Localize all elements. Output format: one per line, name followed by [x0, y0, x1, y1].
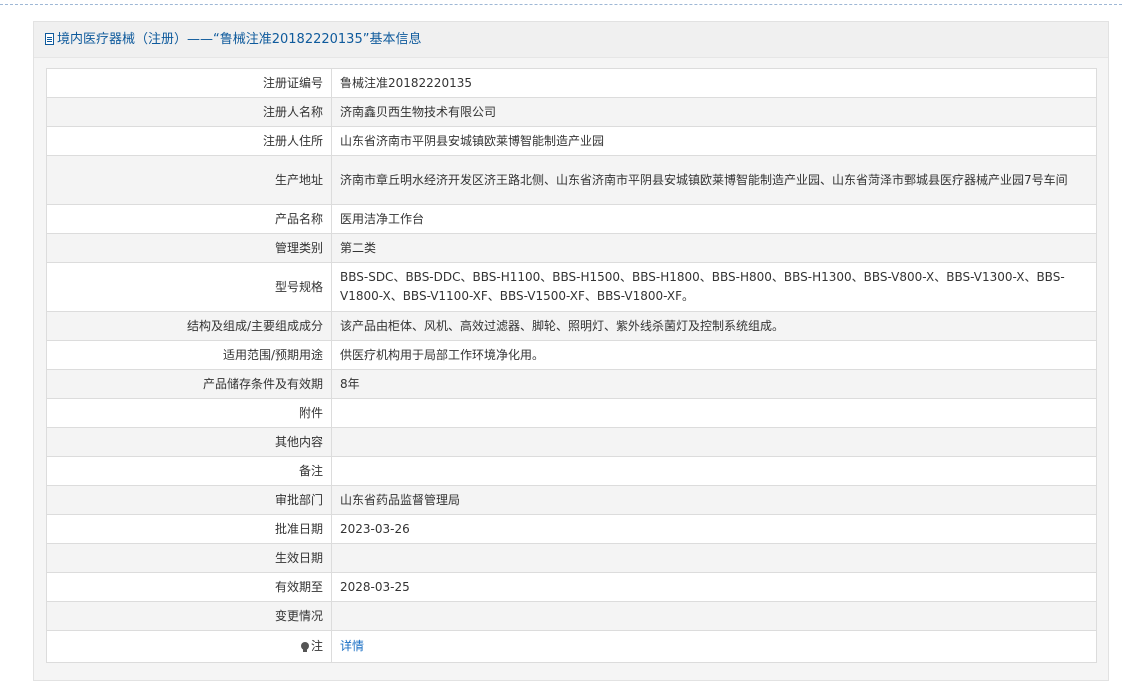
- row-label: 注册证编号: [46, 68, 332, 98]
- row-label: 注册人住所: [46, 126, 332, 156]
- table-row: 注册人住所 山东省济南市平阴县安城镇欧莱博智能制造产业园: [46, 126, 1097, 156]
- info-table: 注册证编号 鲁械注准20182220135 注册人名称 济南鑫贝西生物技术有限公…: [46, 68, 1097, 663]
- note-row: 注 详情: [46, 630, 1097, 663]
- row-value: BBS-SDC、BBS-DDC、BBS-H1100、BBS-H1500、BBS-…: [331, 262, 1097, 312]
- row-label: 附件: [46, 398, 332, 428]
- row-value: [331, 601, 1097, 631]
- row-value: [331, 427, 1097, 457]
- table-row: 备注: [46, 456, 1097, 486]
- row-label: 变更情况: [46, 601, 332, 631]
- row-label: 批准日期: [46, 514, 332, 544]
- row-label: 管理类别: [46, 233, 332, 263]
- table-row: 生产地址 济南市章丘明水经济开发区济王路北侧、山东省济南市平阴县安城镇欧莱博智能…: [46, 155, 1097, 205]
- row-label: 型号规格: [46, 262, 332, 312]
- panel-header: 境内医疗器械（注册）——“鲁械注准20182220135”基本信息: [34, 22, 1108, 58]
- table-row: 产品名称 医用洁净工作台: [46, 204, 1097, 234]
- table-row: 其他内容: [46, 427, 1097, 457]
- row-label: 有效期至: [46, 572, 332, 602]
- table-row: 变更情况: [46, 601, 1097, 631]
- table-row: 审批部门 山东省药品监督管理局: [46, 485, 1097, 515]
- details-link[interactable]: 详情: [340, 639, 364, 653]
- row-value: 济南鑫贝西生物技术有限公司: [331, 97, 1097, 127]
- row-label: 产品名称: [46, 204, 332, 234]
- row-label: 其他内容: [46, 427, 332, 457]
- page-title: 境内医疗器械（注册）——“鲁械注准20182220135”基本信息: [57, 32, 422, 47]
- table-row: 产品储存条件及有效期 8年: [46, 369, 1097, 399]
- row-value: 供医疗机构用于局部工作环境净化用。: [331, 340, 1097, 370]
- info-table-container: 注册证编号 鲁械注准20182220135 注册人名称 济南鑫贝西生物技术有限公…: [46, 68, 1097, 663]
- row-label: 产品储存条件及有效期: [46, 369, 332, 399]
- table-row: 有效期至 2028-03-25: [46, 572, 1097, 602]
- basic-info-panel: 境内医疗器械（注册）——“鲁械注准20182220135”基本信息 注册证编号 …: [33, 21, 1109, 681]
- note-label-cell: 注: [46, 630, 332, 663]
- table-row: 型号规格 BBS-SDC、BBS-DDC、BBS-H1100、BBS-H1500…: [46, 262, 1097, 312]
- table-row: 注册人名称 济南鑫贝西生物技术有限公司: [46, 97, 1097, 127]
- table-row: 结构及组成/主要组成成分 该产品由柜体、风机、高效过滤器、脚轮、照明灯、紫外线杀…: [46, 311, 1097, 341]
- lightbulb-icon: [300, 642, 309, 652]
- row-value: 2023-03-26: [331, 514, 1097, 544]
- row-value: 该产品由柜体、风机、高效过滤器、脚轮、照明灯、紫外线杀菌灯及控制系统组成。: [331, 311, 1097, 341]
- row-value: 山东省济南市平阴县安城镇欧莱博智能制造产业园: [331, 126, 1097, 156]
- row-label: 备注: [46, 456, 332, 486]
- document-icon: [45, 33, 54, 45]
- row-value: [331, 398, 1097, 428]
- row-value: [331, 456, 1097, 486]
- note-label: 注: [310, 639, 323, 653]
- table-row: 适用范围/预期用途 供医疗机构用于局部工作环境净化用。: [46, 340, 1097, 370]
- row-value: 医用洁净工作台: [331, 204, 1097, 234]
- table-row: 批准日期 2023-03-26: [46, 514, 1097, 544]
- row-value: [331, 543, 1097, 573]
- row-value: 第二类: [331, 233, 1097, 263]
- row-label: 生产地址: [46, 155, 332, 205]
- table-row: 生效日期: [46, 543, 1097, 573]
- table-row: 管理类别 第二类: [46, 233, 1097, 263]
- row-label: 结构及组成/主要组成成分: [46, 311, 332, 341]
- row-label: 适用范围/预期用途: [46, 340, 332, 370]
- row-value: 8年: [331, 369, 1097, 399]
- table-row: 附件: [46, 398, 1097, 428]
- row-label: 注册人名称: [46, 97, 332, 127]
- row-label: 审批部门: [46, 485, 332, 515]
- top-dashed-divider: [0, 4, 1122, 5]
- row-value: 山东省药品监督管理局: [331, 485, 1097, 515]
- row-value: 鲁械注准20182220135: [331, 68, 1097, 98]
- table-row: 注册证编号 鲁械注准20182220135: [46, 68, 1097, 98]
- note-value-cell: 详情: [331, 630, 1097, 663]
- row-value: 济南市章丘明水经济开发区济王路北侧、山东省济南市平阴县安城镇欧莱博智能制造产业园…: [331, 155, 1097, 205]
- row-label: 生效日期: [46, 543, 332, 573]
- row-value: 2028-03-25: [331, 572, 1097, 602]
